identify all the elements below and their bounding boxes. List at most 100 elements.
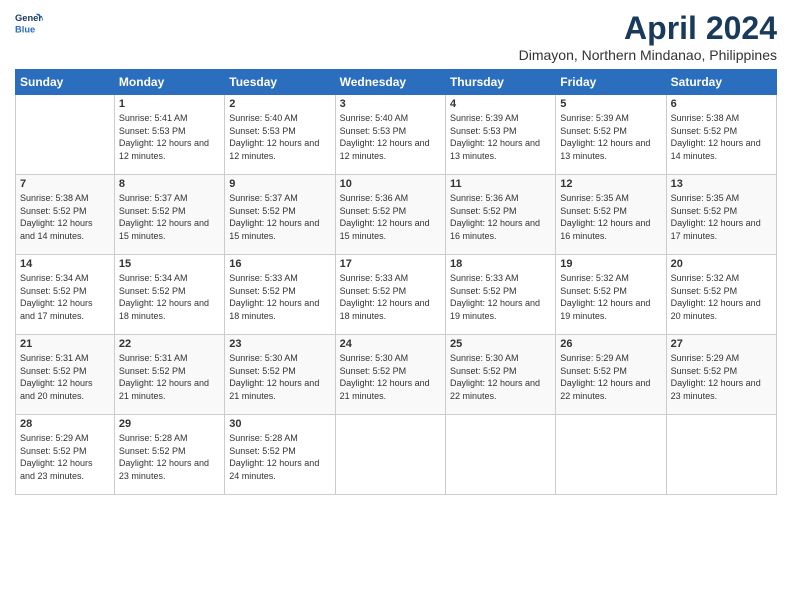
day-number: 28 <box>20 418 110 430</box>
day-number: 22 <box>119 338 220 350</box>
day-number: 23 <box>229 338 330 350</box>
week-row-2: 7 Sunrise: 5:38 AMSunset: 5:52 PMDaylight… <box>16 175 777 255</box>
day-info: Sunrise: 5:39 AMSunset: 5:52 PMDaylight:… <box>560 112 661 162</box>
calendar-cell: 29Sunrise: 5:28 AMSunset: 5:52 PMDayligh… <box>114 415 224 495</box>
calendar-cell: 30 Sunrise: 5:28 AMSunset: 5:52 PMDayligh… <box>225 415 335 495</box>
day-info: Sunrise: 5:30 AMSunset: 5:52 PMDaylight:… <box>450 352 551 402</box>
day-info: Sunrise: 5:39 AMSunset: 5:53 PMDaylight:… <box>450 112 551 162</box>
day-info: Sunrise: 5:30 AMSunset: 5:52 PMDaylight:… <box>229 352 330 402</box>
calendar-cell: 3 Sunrise: 5:40 AMSunset: 5:53 PMDaylight… <box>335 95 445 175</box>
calendar-cell: 10 Sunrise: 5:36 AMSunset: 5:52 PMDayligh… <box>335 175 445 255</box>
header-sunday: Sunday <box>16 70 115 95</box>
day-info: Sunrise: 5:29 AMSunset: 5:52 PMDaylight:… <box>20 432 110 482</box>
calendar-cell: 11Sunrise: 5:36 AMSunset: 5:52 PMDayligh… <box>445 175 555 255</box>
calendar-cell: 25 Sunrise: 5:30 AMSunset: 5:52 PMDayligh… <box>445 335 555 415</box>
day-number: 26 <box>560 338 661 350</box>
day-info: Sunrise: 5:32 AMSunset: 5:52 PMDaylight:… <box>671 272 772 322</box>
day-number: 27 <box>671 338 772 350</box>
calendar-cell <box>445 415 555 495</box>
day-number: 14 <box>20 258 110 270</box>
month-title: April 2024 <box>519 10 777 47</box>
calendar-cell: 19 Sunrise: 5:32 AMSunset: 5:52 PMDayligh… <box>556 255 666 335</box>
logo: General Blue <box>15 10 43 38</box>
day-number: 7 <box>20 178 110 190</box>
day-number: 16 <box>229 258 330 270</box>
day-info: Sunrise: 5:32 AMSunset: 5:52 PMDaylight:… <box>560 272 661 322</box>
calendar-cell: 16 Sunrise: 5:33 AMSunset: 5:52 PMDayligh… <box>225 255 335 335</box>
calendar-cell: 8 Sunrise: 5:37 AMSunset: 5:52 PMDaylight… <box>114 175 224 255</box>
calendar-cell: 18 Sunrise: 5:33 AMSunset: 5:52 PMDayligh… <box>445 255 555 335</box>
day-number: 5 <box>560 98 661 110</box>
calendar-cell: 17 Sunrise: 5:33 AMSunset: 5:52 PMDayligh… <box>335 255 445 335</box>
day-number: 21 <box>20 338 110 350</box>
day-info: Sunrise: 5:30 AMSunset: 5:52 PMDaylight:… <box>340 352 441 402</box>
calendar-cell: 22Sunrise: 5:31 AMSunset: 5:52 PMDayligh… <box>114 335 224 415</box>
day-number: 20 <box>671 258 772 270</box>
calendar-body: 1 Sunrise: 5:41 AMSunset: 5:53 PMDaylight… <box>16 95 777 495</box>
calendar-table: SundayMondayTuesdayWednesdayThursdayFrid… <box>15 69 777 495</box>
day-info: Sunrise: 5:41 AMSunset: 5:53 PMDaylight:… <box>119 112 220 162</box>
calendar-cell: 9 Sunrise: 5:37 AMSunset: 5:52 PMDaylight… <box>225 175 335 255</box>
week-row-4: 21 Sunrise: 5:31 AMSunset: 5:52 PMDayligh… <box>16 335 777 415</box>
day-info: Sunrise: 5:31 AMSunset: 5:52 PMDaylight:… <box>20 352 110 402</box>
header-thursday: Thursday <box>445 70 555 95</box>
day-number: 1 <box>119 98 220 110</box>
week-row-1: 1 Sunrise: 5:41 AMSunset: 5:53 PMDaylight… <box>16 95 777 175</box>
calendar-cell: 5 Sunrise: 5:39 AMSunset: 5:52 PMDaylight… <box>556 95 666 175</box>
day-info: Sunrise: 5:33 AMSunset: 5:52 PMDaylight:… <box>229 272 330 322</box>
day-info: Sunrise: 5:34 AMSunset: 5:52 PMDaylight:… <box>119 272 220 322</box>
day-info: Sunrise: 5:28 AMSunset: 5:52 PMDaylight:… <box>229 432 330 482</box>
day-info: Sunrise: 5:37 AMSunset: 5:52 PMDaylight:… <box>229 192 330 242</box>
calendar-cell: 24 Sunrise: 5:30 AMSunset: 5:52 PMDayligh… <box>335 335 445 415</box>
day-number: 15 <box>119 258 220 270</box>
calendar-cell: 26Sunrise: 5:29 AMSunset: 5:52 PMDayligh… <box>556 335 666 415</box>
day-number: 12 <box>560 178 661 190</box>
calendar-cell: 13Sunrise: 5:35 AMSunset: 5:52 PMDayligh… <box>666 175 776 255</box>
day-info: Sunrise: 5:35 AMSunset: 5:52 PMDaylight:… <box>560 192 661 242</box>
header-friday: Friday <box>556 70 666 95</box>
header-tuesday: Tuesday <box>225 70 335 95</box>
day-info: Sunrise: 5:38 AMSunset: 5:52 PMDaylight:… <box>671 112 772 162</box>
day-number: 9 <box>229 178 330 190</box>
day-number: 19 <box>560 258 661 270</box>
header-monday: Monday <box>114 70 224 95</box>
day-info: Sunrise: 5:28 AMSunset: 5:52 PMDaylight:… <box>119 432 220 482</box>
calendar-cell: 21 Sunrise: 5:31 AMSunset: 5:52 PMDayligh… <box>16 335 115 415</box>
calendar-cell: 27Sunrise: 5:29 AMSunset: 5:52 PMDayligh… <box>666 335 776 415</box>
day-info: Sunrise: 5:33 AMSunset: 5:52 PMDaylight:… <box>450 272 551 322</box>
calendar-cell <box>666 415 776 495</box>
svg-text:Blue: Blue <box>15 24 35 34</box>
calendar-cell: 14 Sunrise: 5:34 AMSunset: 5:52 PMDayligh… <box>16 255 115 335</box>
calendar-cell <box>335 415 445 495</box>
day-info: Sunrise: 5:33 AMSunset: 5:52 PMDaylight:… <box>340 272 441 322</box>
day-number: 30 <box>229 418 330 430</box>
week-row-3: 14 Sunrise: 5:34 AMSunset: 5:52 PMDayligh… <box>16 255 777 335</box>
day-number: 8 <box>119 178 220 190</box>
week-row-5: 28 Sunrise: 5:29 AMSunset: 5:52 PMDayligh… <box>16 415 777 495</box>
day-number: 3 <box>340 98 441 110</box>
day-info: Sunrise: 5:36 AMSunset: 5:52 PMDaylight:… <box>340 192 441 242</box>
day-info: Sunrise: 5:38 AMSunset: 5:52 PMDaylight:… <box>20 192 110 242</box>
day-number: 17 <box>340 258 441 270</box>
location-title: Dimayon, Northern Mindanao, Philippines <box>519 47 777 63</box>
header-saturday: Saturday <box>666 70 776 95</box>
page-header: General Blue April 2024 Dimayon, Norther… <box>15 10 777 63</box>
day-number: 4 <box>450 98 551 110</box>
calendar-cell: 2Sunrise: 5:40 AMSunset: 5:53 PMDaylight… <box>225 95 335 175</box>
calendar-cell <box>556 415 666 495</box>
day-info: Sunrise: 5:34 AMSunset: 5:52 PMDaylight:… <box>20 272 110 322</box>
day-number: 11 <box>450 178 551 190</box>
day-info: Sunrise: 5:40 AMSunset: 5:53 PMDaylight:… <box>229 112 330 162</box>
day-number: 18 <box>450 258 551 270</box>
header-wednesday: Wednesday <box>335 70 445 95</box>
day-number: 10 <box>340 178 441 190</box>
day-number: 24 <box>340 338 441 350</box>
day-number: 25 <box>450 338 551 350</box>
calendar-cell: 28 Sunrise: 5:29 AMSunset: 5:52 PMDayligh… <box>16 415 115 495</box>
calendar-cell: 23 Sunrise: 5:30 AMSunset: 5:52 PMDayligh… <box>225 335 335 415</box>
calendar-cell: 12 Sunrise: 5:35 AMSunset: 5:52 PMDayligh… <box>556 175 666 255</box>
day-info: Sunrise: 5:35 AMSunset: 5:52 PMDaylight:… <box>671 192 772 242</box>
day-info: Sunrise: 5:40 AMSunset: 5:53 PMDaylight:… <box>340 112 441 162</box>
day-info: Sunrise: 5:37 AMSunset: 5:52 PMDaylight:… <box>119 192 220 242</box>
calendar-cell: 20 Sunrise: 5:32 AMSunset: 5:52 PMDayligh… <box>666 255 776 335</box>
